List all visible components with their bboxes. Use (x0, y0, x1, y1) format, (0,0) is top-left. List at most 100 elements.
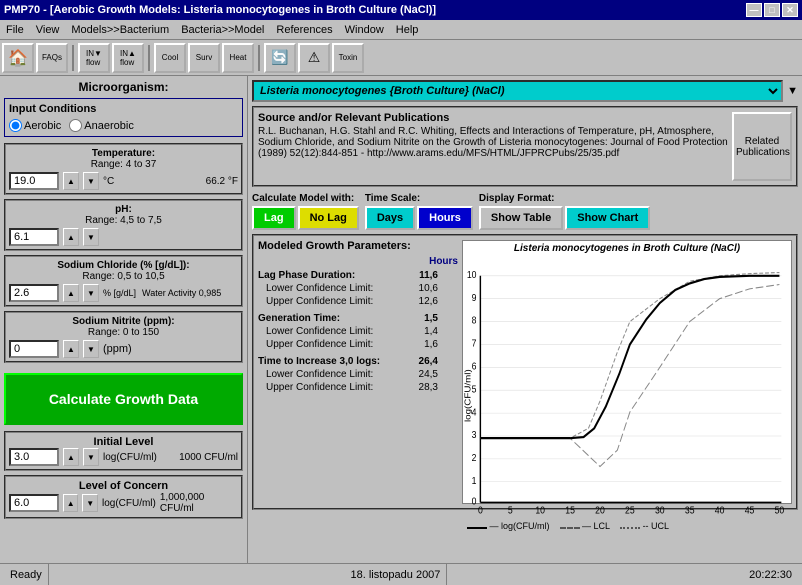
svg-text:25: 25 (625, 505, 635, 516)
sodium-chloride-range: Range: 0,5 to 10,5 (9, 271, 238, 282)
ph-input[interactable] (9, 228, 59, 246)
sodium-chloride-spin-up[interactable]: ▲ (63, 284, 79, 302)
ph-box: pH: Range: 4,5 to 7,5 ▲ ▼ (4, 199, 243, 251)
menu-window[interactable]: Window (339, 20, 390, 39)
minimize-button[interactable]: — (746, 3, 762, 17)
toolbar-sep-3 (258, 45, 260, 71)
svg-text:50: 50 (775, 505, 785, 516)
temperature-spin-up[interactable]: ▲ (63, 172, 79, 190)
right-panel: Listeria monocytogenes {Broth Culture} (… (248, 76, 802, 563)
toolbar: 🏠 FAQs IN▼flow IN▲flow Cool Surv Heat 🔄 … (0, 40, 802, 76)
generation-time-upper-row: Upper Confidence Limit: 1,6 (258, 338, 438, 351)
initial-level-spin-up[interactable]: ▲ (63, 448, 79, 466)
status-ready: Ready (4, 564, 49, 585)
legend-ucl: -- UCL (620, 521, 669, 531)
title-bar: PMP70 - [Aerobic Growth Models: Listeria… (0, 0, 802, 20)
sodium-chloride-input[interactable] (9, 284, 59, 302)
sodium-nitrite-title: Sodium Nitrite (ppm): (9, 316, 238, 327)
svg-text:2: 2 (472, 453, 477, 464)
source-content: Source and/or Relevant Publications R.L.… (258, 112, 728, 181)
level-of-concern-input[interactable] (9, 494, 59, 512)
generation-time-lower-row: Lower Confidence Limit: 1,4 (258, 325, 438, 338)
temperature-unit: °C (103, 176, 114, 187)
sodium-chloride-unit: % [g/dL] (103, 288, 136, 298)
sodium-nitrite-spin-down[interactable]: ▼ (83, 340, 99, 358)
toolbar-faqs[interactable]: FAQs (36, 43, 68, 73)
sodium-nitrite-spin-up[interactable]: ▲ (63, 340, 79, 358)
legend-lcl: — LCL (560, 521, 611, 531)
show-table-button[interactable]: Show Table (479, 206, 563, 230)
calculate-model-section: Calculate Model with: Lag No Lag (252, 193, 359, 230)
source-title: Source and/or Relevant Publications (258, 112, 728, 124)
toolbar-surv[interactable]: Surv (188, 43, 220, 73)
level-of-concern-spin-down[interactable]: ▼ (82, 494, 97, 512)
maximize-button[interactable]: □ (764, 3, 780, 17)
menu-bar: File View Models>>Bacterium Bacteria>>Mo… (0, 20, 802, 40)
menu-help[interactable]: Help (390, 20, 425, 39)
svg-text:10: 10 (467, 270, 477, 281)
ph-spin-up[interactable]: ▲ (63, 228, 79, 246)
hours-button[interactable]: Hours (417, 206, 473, 230)
sodium-chloride-input-row: ▲ ▼ % [g/dL] Water Activity 0,985 (9, 284, 238, 302)
display-format-btn-group: Show Table Show Chart (479, 206, 650, 230)
menu-bacteria[interactable]: Bacteria>>Model (175, 20, 270, 39)
no-lag-button[interactable]: No Lag (298, 206, 359, 230)
close-button[interactable]: ✕ (782, 3, 798, 17)
calculate-button[interactable]: Calculate Growth Data (4, 373, 243, 425)
menu-references[interactable]: References (270, 20, 338, 39)
initial-level-title: Initial Level (9, 436, 238, 448)
svg-text:35: 35 (685, 505, 695, 516)
microorganism-label: Microorganism: (4, 80, 243, 94)
left-panel: Microorganism: Input Conditions Aerobic … (0, 76, 248, 563)
svg-text:10: 10 (535, 505, 545, 516)
sodium-chloride-title: Sodium Chloride (% [g/dL]): (9, 260, 238, 271)
sodium-chloride-box: Sodium Chloride (% [g/dL]): Range: 0,5 t… (4, 255, 243, 307)
sodium-nitrite-input[interactable] (9, 340, 59, 358)
toolbar-rotate[interactable]: 🔄 (264, 43, 296, 73)
aerobic-radio[interactable] (9, 119, 22, 132)
svg-text:5: 5 (508, 505, 513, 516)
sodium-chloride-spin-down[interactable]: ▼ (83, 284, 99, 302)
temperature-spin-down[interactable]: ▼ (83, 172, 99, 190)
initial-level-row: ▲ ▼ log(CFU/ml) 1000 CFU/ml (9, 448, 238, 466)
lag-phase-upper-row: Upper Confidence Limit: 12,6 (258, 295, 438, 308)
initial-level-input[interactable] (9, 448, 59, 466)
temperature-input[interactable] (9, 172, 59, 190)
toolbar-warning[interactable]: ⚠ (298, 43, 330, 73)
initial-level-cfu: 1000 CFU/ml (179, 452, 238, 463)
menu-view[interactable]: View (30, 20, 66, 39)
hours-header: Hours (258, 256, 458, 267)
input-conditions-box: Input Conditions Aerobic Anaerobic (4, 98, 243, 137)
calculate-model-title: Calculate Model with: (252, 193, 354, 204)
ph-spin-down[interactable]: ▼ (83, 228, 99, 246)
menu-file[interactable]: File (0, 20, 30, 39)
initial-level-spin-down[interactable]: ▼ (83, 448, 99, 466)
level-of-concern-spin-up[interactable]: ▲ (63, 494, 78, 512)
menu-models[interactable]: Models>>Bacterium (65, 20, 175, 39)
days-button[interactable]: Days (365, 206, 415, 230)
anaerobic-radio[interactable] (69, 119, 82, 132)
svg-text:7: 7 (472, 338, 477, 349)
toolbar-inflow-down[interactable]: IN▼flow (78, 43, 110, 73)
toolbar-heat[interactable]: Heat (222, 43, 254, 73)
toolbar-home[interactable]: 🏠 (2, 43, 34, 73)
toolbar-inflow-up[interactable]: IN▲flow (112, 43, 144, 73)
generation-time-row: Generation Time: 1,5 (258, 312, 438, 325)
aerobic-radio-label[interactable]: Aerobic (9, 119, 61, 132)
growth-params-box: Modeled Growth Parameters: Hours Lag Pha… (252, 234, 798, 510)
anaerobic-radio-label[interactable]: Anaerobic (69, 119, 134, 132)
show-chart-button[interactable]: Show Chart (565, 206, 650, 230)
related-publications-button[interactable]: Related Publications (732, 112, 792, 181)
ph-title: pH: (9, 204, 238, 215)
organism-dropdown-row: Listeria monocytogenes {Broth Culture} (… (252, 80, 798, 102)
toolbar-toxin[interactable]: Toxin (332, 43, 364, 73)
level-of-concern-title: Level of Concern (9, 480, 238, 492)
lag-button[interactable]: Lag (252, 206, 296, 230)
water-activity: Water Activity 0,985 (142, 288, 221, 298)
organism-dropdown[interactable]: Listeria monocytogenes {Broth Culture} (… (252, 80, 783, 102)
svg-text:20: 20 (595, 505, 605, 516)
toolbar-cool[interactable]: Cool (154, 43, 186, 73)
svg-text:0: 0 (472, 496, 477, 507)
chart-title: Listeria monocytogenes in Broth Culture … (463, 243, 791, 254)
lag-btn-group: Lag No Lag (252, 206, 359, 230)
